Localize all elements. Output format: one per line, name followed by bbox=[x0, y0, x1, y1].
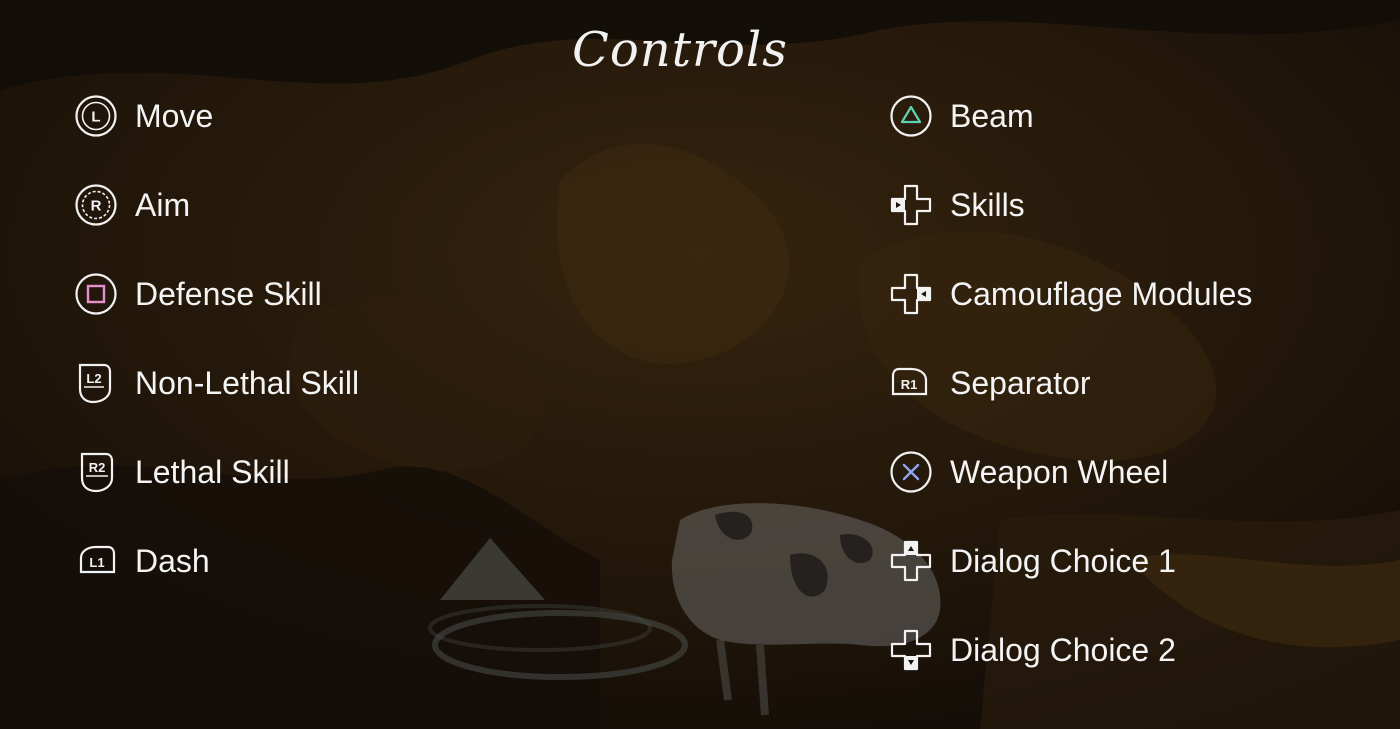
control-label-weapon-wheel: Weapon Wheel bbox=[950, 453, 1169, 490]
r1-glyph: R1 bbox=[901, 377, 918, 392]
l1-glyph: L1 bbox=[89, 555, 104, 570]
control-row-separator: R1 Separator bbox=[889, 361, 1369, 405]
l-stick-glyph: L bbox=[91, 109, 100, 126]
dpad-right-icon bbox=[889, 272, 933, 316]
control-row-camouflage-modules: Camouflage Modules bbox=[889, 272, 1369, 316]
control-row-aim: R Aim bbox=[74, 183, 554, 227]
l2-glyph: L2 bbox=[86, 371, 101, 386]
dpad-down-icon bbox=[889, 628, 933, 672]
page-title: Controls bbox=[572, 22, 788, 78]
l2-trigger-icon: L2 bbox=[74, 361, 118, 405]
control-label-camouflage-modules: Camouflage Modules bbox=[950, 275, 1253, 312]
control-label-dialog-choice-2: Dialog Choice 2 bbox=[950, 631, 1176, 668]
control-label-defense-skill: Defense Skill bbox=[135, 275, 322, 312]
r-stick-glyph: R bbox=[91, 198, 102, 215]
control-row-beam: Beam bbox=[889, 94, 1369, 138]
r2-glyph: R2 bbox=[89, 460, 106, 475]
l1-bumper-icon: L1 bbox=[74, 539, 118, 583]
control-label-move: Move bbox=[135, 97, 214, 134]
control-label-dash: Dash bbox=[135, 542, 210, 579]
dpad-left-icon bbox=[889, 183, 933, 227]
control-label-non-lethal-skill: Non-Lethal Skill bbox=[135, 364, 360, 401]
control-row-dialog-choice-1: Dialog Choice 1 bbox=[889, 539, 1369, 583]
control-label-beam: Beam bbox=[950, 97, 1034, 134]
r-stick-icon: R bbox=[74, 183, 118, 227]
control-row-defense-skill: Defense Skill bbox=[74, 272, 554, 316]
dpad-up-icon bbox=[889, 539, 933, 583]
control-row-dialog-choice-2: Dialog Choice 2 bbox=[889, 628, 1369, 672]
l-stick-icon: L bbox=[74, 94, 118, 138]
cross-button-icon bbox=[889, 450, 933, 494]
control-label-aim: Aim bbox=[135, 186, 191, 223]
triangle-button-icon bbox=[889, 94, 933, 138]
control-row-lethal-skill: R2 Lethal Skill bbox=[74, 450, 554, 494]
control-label-dialog-choice-1: Dialog Choice 1 bbox=[950, 542, 1176, 579]
control-row-non-lethal-skill: L2 Non-Lethal Skill bbox=[74, 361, 554, 405]
square-button-icon bbox=[74, 272, 118, 316]
control-row-weapon-wheel: Weapon Wheel bbox=[889, 450, 1369, 494]
r1-bumper-icon: R1 bbox=[889, 361, 933, 405]
control-label-lethal-skill: Lethal Skill bbox=[135, 453, 290, 490]
controls-title-bar: Controls bbox=[0, 22, 1400, 86]
control-row-dash: L1 Dash bbox=[74, 539, 554, 583]
control-label-separator: Separator bbox=[950, 364, 1091, 401]
r2-trigger-icon: R2 bbox=[74, 450, 118, 494]
control-row-move: L Move bbox=[74, 94, 554, 138]
control-row-skills: Skills bbox=[889, 183, 1369, 227]
control-label-skills: Skills bbox=[950, 186, 1025, 223]
